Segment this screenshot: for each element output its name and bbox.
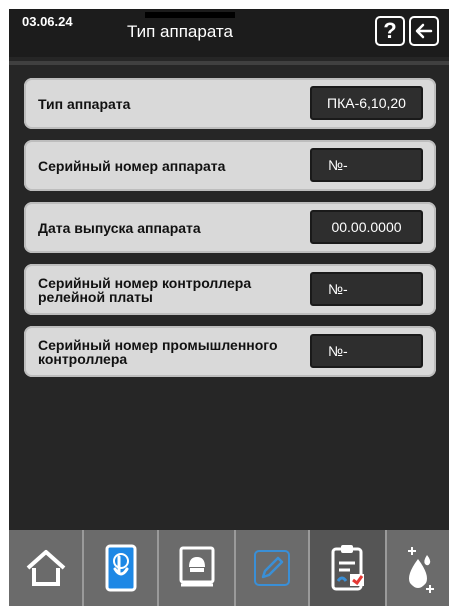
row-label: Дата выпуска аппарата xyxy=(38,219,201,236)
device-type-value[interactable]: ПКА-6,10,20 xyxy=(310,86,423,120)
home-icon xyxy=(26,550,65,586)
row-label: Серийный номер промышленного контроллера xyxy=(38,336,278,367)
row-label: Серийный номер аппарата xyxy=(38,157,226,174)
row-label: Тип аппарата xyxy=(38,95,131,112)
touch-tablet-icon xyxy=(105,544,136,592)
bottom-toolbar xyxy=(9,530,449,606)
row-release-date: Дата выпуска аппарата 00.00.0000 xyxy=(24,202,436,253)
recipe-book-icon xyxy=(179,546,214,587)
app-screen: 03.06.24 Тип аппарата ? Тип аппарата ПКА… xyxy=(9,9,449,606)
header-redaction xyxy=(145,12,235,18)
back-arrow-icon xyxy=(415,23,433,39)
row-relay-controller-serial: Серийный номер контроллера релейной плат… xyxy=(24,264,436,315)
industrial-controller-serial-field[interactable]: №- xyxy=(310,334,423,368)
header-divider xyxy=(9,61,449,65)
row-industrial-controller-serial: Серийный номер промышленного контроллера… xyxy=(24,326,436,377)
device-serial-field[interactable]: №- xyxy=(310,148,423,182)
release-date-field[interactable]: 00.00.0000 xyxy=(310,210,423,244)
toolbar-home-button[interactable] xyxy=(9,530,84,606)
date-display: 03.06.24 xyxy=(22,14,73,29)
toolbar-checklist-button[interactable] xyxy=(310,530,387,606)
toolbar-recipes-button[interactable] xyxy=(159,530,236,606)
back-button[interactable] xyxy=(409,16,439,46)
toolbar-touch-button[interactable] xyxy=(84,530,159,606)
header-bar: 03.06.24 Тип аппарата ? xyxy=(9,9,449,57)
row-device-type: Тип аппарата ПКА-6,10,20 xyxy=(24,78,436,129)
water-drops-icon xyxy=(408,547,434,593)
toolbar-washing-button[interactable] xyxy=(387,530,449,606)
pencil-icon xyxy=(254,550,290,586)
row-label: Серийный номер контроллера релейной плат… xyxy=(38,274,252,305)
relay-controller-serial-field[interactable]: №- xyxy=(310,272,423,306)
help-button[interactable]: ? xyxy=(375,16,405,46)
help-icon: ? xyxy=(383,18,397,43)
page-title: Тип аппарата xyxy=(127,22,233,41)
toolbar-edit-button[interactable] xyxy=(236,530,310,606)
checklist-icon xyxy=(331,545,364,591)
row-device-serial: Серийный номер аппарата №- xyxy=(24,140,436,191)
